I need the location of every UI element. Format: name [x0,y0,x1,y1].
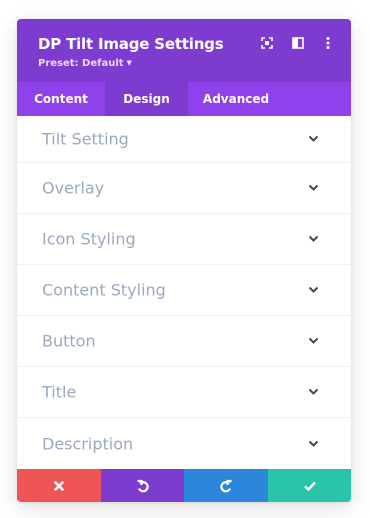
section-icon-styling[interactable]: Icon Styling [17,214,351,265]
section-title[interactable]: Title [17,367,351,418]
preset-label: Preset: Default [38,58,124,69]
section-label: Content Styling [42,280,166,300]
redo-button[interactable] [184,469,268,502]
caret-down-icon: ▼ [126,59,132,67]
section-label: Title [42,382,77,402]
chevron-down-icon [308,388,319,396]
tab-bar: Content Design Advanced [17,82,351,116]
chevron-down-icon [308,235,319,243]
modal-header: DP Tilt Image Settings Preset: Default ▼ [17,19,351,82]
section-description[interactable]: Description [17,418,351,469]
section-content-styling[interactable]: Content Styling [17,265,351,316]
modal-title: DP Tilt Image Settings [38,35,224,53]
section-label: Overlay [42,178,105,198]
sidebar-icon[interactable] [290,35,306,51]
redo-icon [220,479,232,492]
close-icon [54,480,64,491]
section-label: Icon Styling [42,229,136,249]
modal-footer [17,469,351,502]
tab-design[interactable]: Design [105,82,188,116]
section-button[interactable]: Button [17,316,351,367]
chevron-down-icon [308,337,319,345]
chevron-down-icon [308,286,319,294]
chevron-down-icon [308,440,319,448]
chevron-down-icon [308,184,319,192]
section-label: Tilt Setting [42,129,129,149]
undo-button[interactable] [101,469,184,502]
section-label: Description [42,434,134,453]
section-tilt-setting[interactable]: Tilt Setting [17,116,351,163]
preset-selector[interactable]: Preset: Default ▼ [38,58,132,69]
more-icon[interactable] [320,35,336,51]
discard-button[interactable] [17,469,101,502]
section-label: Button [42,331,96,351]
settings-modal: DP Tilt Image Settings Preset: Default▼ [17,19,351,502]
section-list: Tilt Setting Overlay Icon Styling Conten… [17,116,351,469]
tab-advanced[interactable]: Advanced [188,82,284,116]
check-icon [303,481,316,491]
undo-icon [137,479,149,492]
chevron-down-icon [308,135,319,143]
expand-icon[interactable] [259,35,275,51]
section-overlay[interactable]: Overlay [17,163,351,214]
tab-content[interactable]: Content [17,82,105,116]
save-button[interactable] [268,469,351,502]
